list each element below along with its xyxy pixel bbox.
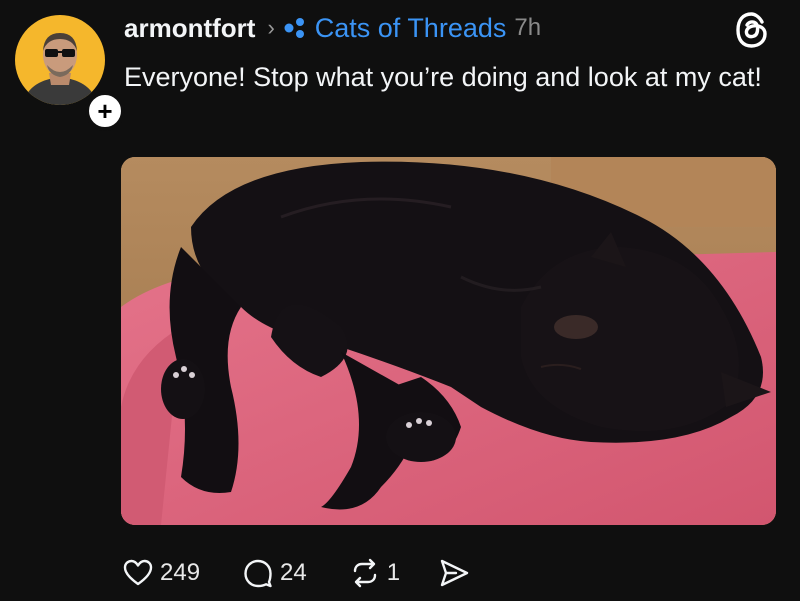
like-count: 249 — [160, 559, 201, 586]
share-button[interactable] — [438, 557, 470, 589]
post-header: armontfort › Cats of Threads 7h — [124, 8, 541, 48]
post-actions-bar: 249 24 1 — [122, 553, 470, 593]
reply-count: 24 — [280, 559, 307, 586]
comment-icon — [244, 559, 272, 588]
avatar-container[interactable]: + — [15, 15, 125, 131]
plus-icon: + — [97, 96, 113, 126]
follow-button[interactable]: + — [85, 91, 125, 131]
reply-button[interactable]: 24 — [242, 557, 307, 589]
like-button[interactable]: 249 — [122, 557, 200, 589]
avatar-portrait — [23, 33, 97, 105]
repost-icon — [353, 558, 376, 588]
post-timestamp: 7h — [514, 14, 542, 41]
threads-logo-icon[interactable] — [735, 12, 769, 48]
chevron-right-icon: › — [267, 15, 275, 40]
community-link[interactable]: Cats of Threads — [315, 13, 507, 44]
community-icon — [284, 18, 304, 38]
repost-count: 1 — [386, 559, 401, 586]
heart-icon — [123, 559, 153, 586]
post-image[interactable] — [121, 157, 776, 525]
sleeping-cat-photo — [121, 157, 776, 525]
send-icon — [440, 559, 469, 587]
username-link[interactable]: armontfort — [124, 13, 255, 44]
avatar[interactable] — [15, 15, 105, 105]
repost-button[interactable]: 1 — [349, 557, 400, 589]
post-body-text: Everyone! Stop what you’re doing and loo… — [124, 62, 762, 92]
